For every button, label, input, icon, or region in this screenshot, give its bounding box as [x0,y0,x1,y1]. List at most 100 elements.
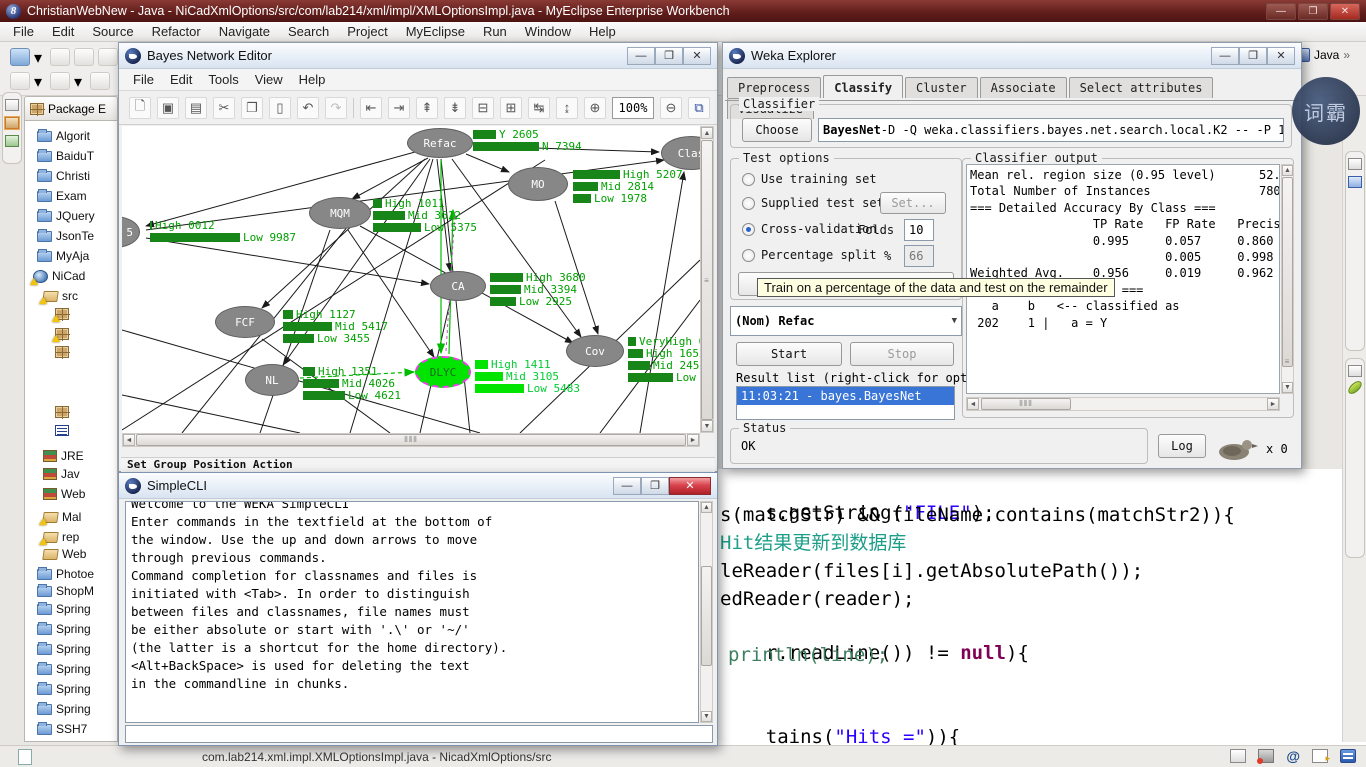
tab-cluster[interactable]: Cluster [905,77,978,98]
graph-hscrollbar[interactable]: ◄ ⦀⦀⦀ ► [122,433,700,447]
mylyn-leaf-icon[interactable] [1346,379,1364,396]
at-sign-icon[interactable]: @ [1286,748,1300,764]
split-percent-input[interactable]: 66 [904,245,934,267]
radio-selected-icon[interactable] [742,223,755,236]
copy-icon[interactable]: ❐ [241,97,263,119]
bayes-titlebar[interactable]: Bayes Network Editor — ❐ ✕ [119,43,717,69]
supplied-test-set-option[interactable]: Supplied test set [742,196,884,210]
radio-icon[interactable] [742,173,755,186]
export-dropdown-icon[interactable]: ▾ [74,72,84,90]
tree-item[interactable] [55,325,73,343]
import-icon[interactable] [10,72,30,90]
minimize-button[interactable]: — [1266,3,1296,20]
menu-refactor[interactable]: Refactor [143,24,210,39]
zoom-level-field[interactable]: 100% [612,97,654,119]
restore-view-icon[interactable] [1348,365,1362,377]
menu-search[interactable]: Search [279,24,338,39]
minimize-button[interactable]: — [1211,47,1239,65]
menu-run[interactable]: Run [474,24,516,39]
restore-views-icon[interactable] [5,99,19,111]
tree-item[interactable]: Web [43,545,86,563]
save-icon[interactable] [50,48,70,66]
restore-tray-icon[interactable] [1230,749,1246,763]
redo-icon[interactable]: ↷ [325,97,347,119]
maximize-button[interactable]: ❐ [1239,47,1267,65]
close-button[interactable]: ✕ [683,47,711,65]
tree-item[interactable]: NiCad [33,267,85,285]
perspective-switcher[interactable]: Java » [1296,48,1350,62]
save-all-icon[interactable] [74,48,94,66]
classifier-command-field[interactable]: BayesNet -D -Q weka.classifiers.bayes.ne… [818,118,1284,142]
menu-edit[interactable]: Edit [162,72,200,87]
folds-input[interactable]: 10 [904,219,934,241]
tree-item[interactable]: rep [43,528,79,546]
export-icon[interactable] [50,72,70,90]
tree-item[interactable]: SSH7 [37,720,87,738]
space-horizontal-icon[interactable]: ↹ [528,97,550,119]
tree-item[interactable]: Spring [37,700,91,718]
new-icon[interactable]: 🗋 [129,97,151,119]
result-list-item-selected[interactable]: 11:03:21 - bayes.BayesNet [737,387,954,405]
output-hscrollbar[interactable]: ◄ ⦀⦀⦀ ► [966,397,1280,411]
bayes-node-dlyc-selected[interactable]: DLYC [415,356,471,388]
code-editor[interactable]: s.getString("FILE"); s(matchStr) && file… [700,469,1366,747]
tree-item[interactable]: Exam [37,187,87,205]
bayes-node-fcf[interactable]: FCF [215,306,275,338]
console-tray-icon[interactable] [1340,749,1356,763]
new-dropdown-icon[interactable]: ▾ [34,48,44,66]
bayes-node-nl[interactable]: NL [245,364,299,396]
set-test-set-button[interactable]: Set... [880,192,946,214]
tree-item[interactable]: MyAja [37,247,89,265]
user-activity-icon[interactable] [1258,749,1274,763]
bayes-node-mo[interactable]: MO [508,167,568,201]
minimize-button[interactable]: — [613,477,641,495]
choose-classifier-button[interactable]: Choose [742,118,812,142]
percentage-split-option[interactable]: Percentage split [742,248,877,262]
restore-view-icon[interactable] [1348,158,1362,170]
paste-icon[interactable]: ▯ [269,97,291,119]
tree-item[interactable] [55,343,73,361]
cut-icon[interactable]: ✂ [213,97,235,119]
menu-tools[interactable]: Tools [200,72,246,87]
radio-icon[interactable] [742,249,755,262]
menu-view[interactable]: View [247,72,291,87]
code-file-tray-icon[interactable]: ▸ [1312,749,1328,763]
type-hierarchy-icon[interactable] [5,135,19,147]
package-explorer-tree[interactable]: Algorit BaiduT Christi Exam JQuery JsonT… [24,120,118,742]
zoom-out-icon[interactable]: ⊖ [660,97,682,119]
radio-icon[interactable] [742,197,755,210]
tree-item[interactable]: JQuery [37,207,95,225]
save-icon[interactable]: ▣ [157,97,179,119]
simplecli-output[interactable]: Welcome to the WEKA SimpleCLI Enter comm… [125,501,699,723]
maximize-button[interactable]: ❐ [1298,3,1328,20]
powerword-overlay-badge[interactable]: 词霸 [1292,77,1360,145]
simplecli-vscrollbar[interactable]: ▲ ▼ [700,501,713,723]
weka-titlebar[interactable]: Weka Explorer — ❐ ✕ [723,43,1301,69]
outline-view-icon[interactable] [1348,176,1362,188]
close-button[interactable]: ✕ [1267,47,1295,65]
tree-item[interactable]: Mal [43,508,81,526]
use-training-set-option[interactable]: Use training set [742,172,877,186]
log-button[interactable]: Log [1158,434,1206,458]
menu-edit[interactable]: Edit [43,24,83,39]
open-icon[interactable]: ▤ [185,97,207,119]
package-explorer-icon[interactable] [5,117,19,129]
menu-file[interactable]: File [4,24,43,39]
tree-item[interactable]: Jav [43,465,80,483]
tree-item[interactable]: BaiduT [37,147,94,165]
menu-window[interactable]: Window [516,24,580,39]
tree-item[interactable]: Algorit [37,127,90,145]
new-wizard-icon[interactable] [10,48,30,66]
tab-select-attributes[interactable]: Select attributes [1069,77,1214,98]
close-button[interactable]: ✕ [1330,3,1360,20]
menu-project[interactable]: Project [338,24,396,39]
tree-item[interactable]: Spring [37,680,91,698]
start-button[interactable]: Start [736,342,842,366]
menu-help[interactable]: Help [291,72,334,87]
tree-item[interactable]: src [43,287,78,305]
tree-item[interactable]: Christi [37,167,90,185]
tab-classify[interactable]: Classify [823,75,903,98]
bayes-graph-canvas[interactable]: Y 2605 N 7394 High 5207 Mid 2814 Low 197… [122,126,700,433]
layout-down-icon[interactable]: ⇟ [444,97,466,119]
tree-item[interactable] [55,403,73,421]
